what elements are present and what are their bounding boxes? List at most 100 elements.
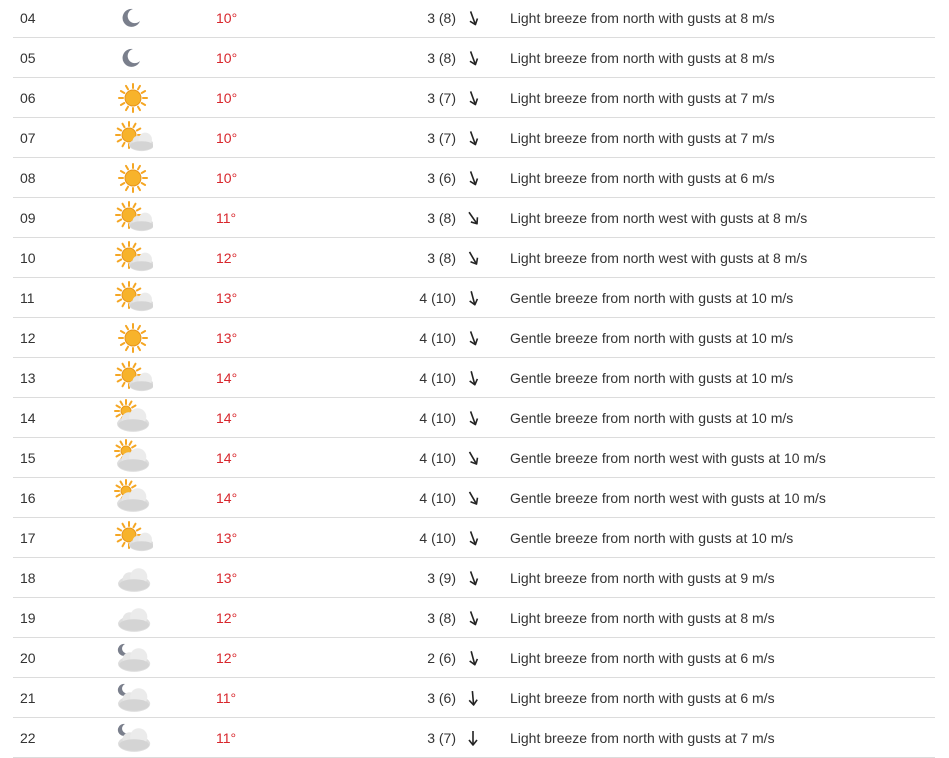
wind-description: Gentle breeze from north with gusts at 1… — [510, 410, 794, 426]
wind-description: Light breeze from north with gusts at 7 … — [510, 90, 775, 106]
forecast-row: 20 12° 2 (6) Light breeze from north wit… — [13, 638, 935, 678]
forecast-row: 14 14° 4 (10) Gentle breeze from north w… — [13, 398, 935, 438]
wind-speed-value: 3 (8) — [427, 10, 456, 26]
wind-speed-value: 4 (10) — [419, 450, 456, 466]
wind-direction-arrow-icon — [465, 38, 481, 78]
wind-direction-arrow-icon — [465, 158, 481, 198]
forecast-row: 16 14° 4 (10) Gentle breeze from north w… — [13, 478, 935, 518]
wind-speed-value: 4 (10) — [419, 290, 456, 306]
temperature-value: 14° — [216, 370, 238, 386]
hour-label: 04 — [20, 10, 36, 26]
hour-label: 07 — [20, 130, 36, 146]
wind-direction-arrow-icon — [465, 278, 481, 318]
hour-label: 18 — [20, 570, 36, 586]
wind-description: Light breeze from north with gusts at 6 … — [510, 170, 775, 186]
wind-direction-arrow-icon — [465, 238, 481, 278]
hour-label: 08 — [20, 170, 36, 186]
cloudy-moon-icon — [113, 638, 153, 678]
temperature-value: 13° — [216, 330, 238, 346]
hour-label: 17 — [20, 530, 36, 546]
forecast-row: 05 10° 3 (8) Light breeze from north wit… — [13, 38, 935, 78]
temperature-value: 10° — [216, 130, 238, 146]
hour-label: 15 — [20, 450, 36, 466]
wind-speed-value: 3 (7) — [427, 90, 456, 106]
hour-label: 21 — [20, 690, 36, 706]
hour-label: 05 — [20, 50, 36, 66]
wind-direction-arrow-icon — [465, 438, 481, 478]
wind-direction-arrow-icon — [465, 598, 481, 638]
wind-speed-value: 3 (7) — [427, 130, 456, 146]
moon-icon — [113, 0, 153, 38]
sun-icon — [113, 318, 153, 358]
wind-direction-arrow-icon — [465, 478, 481, 518]
wind-description: Light breeze from north with gusts at 6 … — [510, 690, 775, 706]
hour-label: 10 — [20, 250, 36, 266]
wind-direction-arrow-icon — [465, 118, 481, 158]
wind-speed-value: 4 (10) — [419, 330, 456, 346]
wind-description: Gentle breeze from north with gusts at 1… — [510, 530, 794, 546]
cloud-icon — [113, 558, 153, 598]
temperature-value: 10° — [216, 170, 238, 186]
wind-speed-value: 3 (6) — [427, 690, 456, 706]
sun-icon — [113, 78, 153, 118]
partly-cloudy-icon — [113, 238, 153, 278]
hour-label: 09 — [20, 210, 36, 226]
forecast-row: 15 14° 4 (10) Gentle breeze from north w… — [13, 438, 935, 478]
wind-direction-arrow-icon — [465, 638, 481, 678]
cloud-icon — [113, 598, 153, 638]
temperature-value: 10° — [216, 10, 238, 26]
hour-label: 13 — [20, 370, 36, 386]
forecast-row: 07 10° 3 (7) Light breeze from north wit… — [13, 118, 935, 158]
wind-description: Light breeze from north with gusts at 7 … — [510, 130, 775, 146]
wind-direction-arrow-icon — [465, 78, 481, 118]
wind-speed-value: 3 (8) — [427, 250, 456, 266]
partly-cloudy-icon — [113, 198, 153, 238]
forecast-row: 22 11° 3 (7) Light breeze from north wit… — [13, 718, 935, 758]
forecast-row: 09 11° 3 (8) Light breeze from north wes… — [13, 198, 935, 238]
temperature-value: 12° — [216, 610, 238, 626]
wind-speed-value: 2 (6) — [427, 650, 456, 666]
moon-icon — [113, 38, 153, 78]
wind-direction-arrow-icon — [465, 558, 481, 598]
forecast-row: 12 13° 4 (10) Gentle breeze from north w… — [13, 318, 935, 358]
wind-speed-value: 3 (7) — [427, 730, 456, 746]
cloudy-sun-icon — [113, 398, 153, 438]
wind-description: Light breeze from north west with gusts … — [510, 210, 808, 226]
wind-description: Light breeze from north with gusts at 8 … — [510, 50, 775, 66]
partly-cloudy-icon — [113, 278, 153, 318]
wind-speed-value: 4 (10) — [419, 370, 456, 386]
hour-label: 11 — [20, 290, 35, 306]
hour-label: 22 — [20, 730, 36, 746]
wind-direction-arrow-icon — [465, 318, 481, 358]
temperature-value: 10° — [216, 90, 238, 106]
cloudy-sun-icon — [113, 438, 153, 478]
temperature-value: 11° — [216, 210, 237, 226]
wind-speed-value: 3 (6) — [427, 170, 456, 186]
wind-direction-arrow-icon — [465, 0, 481, 38]
wind-description: Gentle breeze from north with gusts at 1… — [510, 370, 794, 386]
cloudy-moon-icon — [113, 678, 153, 718]
forecast-row: 18 13° 3 (9) Light breeze from north wit… — [13, 558, 935, 598]
forecast-row: 19 12° 3 (8) Light breeze from north wit… — [13, 598, 935, 638]
wind-direction-arrow-icon — [465, 518, 481, 558]
hour-label: 19 — [20, 610, 36, 626]
wind-description: Gentle breeze from north with gusts at 1… — [510, 290, 794, 306]
wind-speed-value: 3 (8) — [427, 210, 456, 226]
temperature-value: 11° — [216, 690, 237, 706]
wind-speed-value: 3 (8) — [427, 50, 456, 66]
wind-description: Light breeze from north with gusts at 7 … — [510, 730, 775, 746]
partly-cloudy-icon — [113, 118, 153, 158]
wind-description: Light breeze from north with gusts at 8 … — [510, 10, 775, 26]
temperature-value: 12° — [216, 250, 238, 266]
wind-speed-value: 3 (8) — [427, 610, 456, 626]
wind-description: Light breeze from north with gusts at 9 … — [510, 570, 775, 586]
temperature-value: 11° — [216, 730, 237, 746]
hour-label: 16 — [20, 490, 36, 506]
forecast-row: 06 10° 3 (7) Light breeze from north wit… — [13, 78, 935, 118]
forecast-row: 04 10° 3 (8) Light breeze from north wit… — [13, 0, 935, 38]
cloudy-moon-icon — [113, 718, 153, 758]
temperature-value: 13° — [216, 290, 238, 306]
wind-description: Gentle breeze from north west with gusts… — [510, 450, 826, 466]
wind-speed-value: 4 (10) — [419, 410, 456, 426]
temperature-value: 12° — [216, 650, 238, 666]
